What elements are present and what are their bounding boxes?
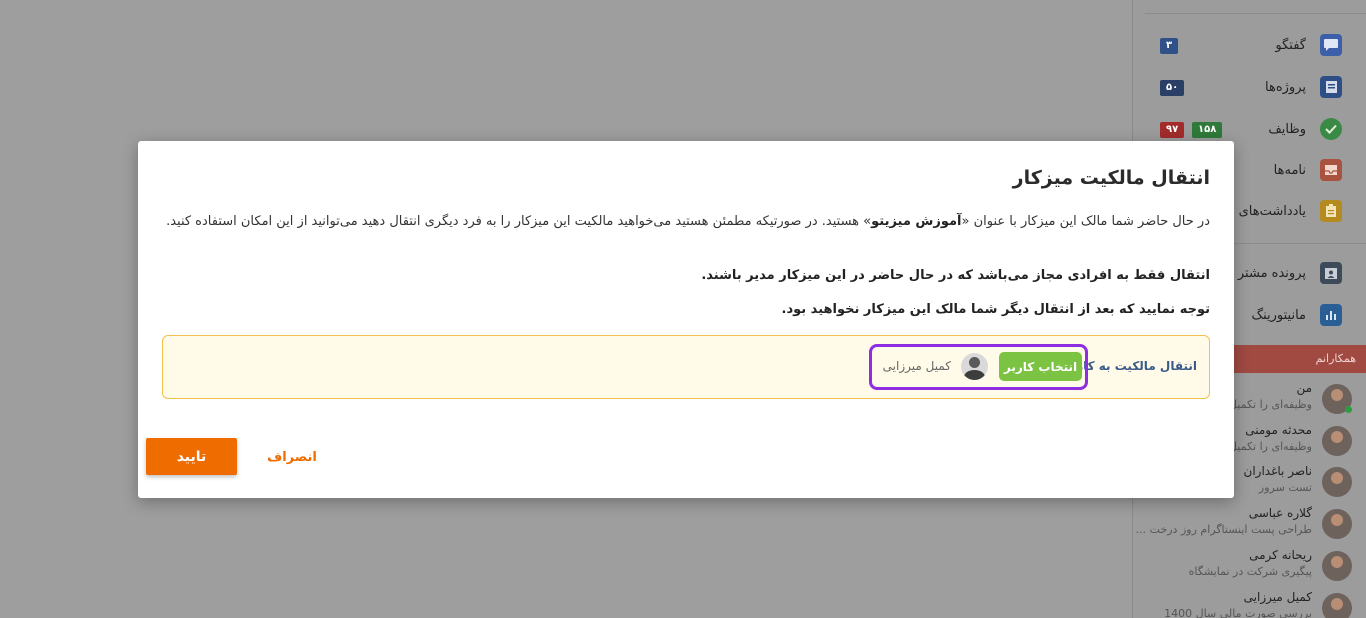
letters-icon xyxy=(1320,159,1342,181)
sidebar-item-label: پروژه‌ها xyxy=(1265,79,1306,95)
description-text: » هستید. در صورتیکه مطمئن هستید می‌خواهی… xyxy=(166,214,872,229)
member-status: وظیفه‌ای را تکمیل xyxy=(1228,398,1312,411)
avatar xyxy=(1322,551,1352,581)
customer-file-icon xyxy=(1320,262,1342,284)
count-badge: ۳ xyxy=(1160,38,1179,54)
member-name: ریحانه کرمی xyxy=(1249,548,1312,562)
cancel-button[interactable]: انصراف xyxy=(262,441,322,473)
transfer-user-box: انتقال مالکیت به کاربر انتخاب کاربر کمیل… xyxy=(162,335,1210,399)
sidebar-item-label: گفتگو xyxy=(1275,37,1306,53)
sidebar-item-chat[interactable]: گفتگو ۳ xyxy=(1132,27,1366,63)
notes-icon xyxy=(1320,200,1342,222)
avatar xyxy=(1322,426,1352,456)
member-name: محدثه مومنی xyxy=(1245,423,1312,437)
sidebar-item-label: وظایف xyxy=(1268,121,1306,137)
avatar xyxy=(961,353,988,380)
member-item[interactable]: کمیل میرزایی بررسی صورت مالی سال 1400 xyxy=(1132,587,1366,618)
sidebar-item-projects[interactable]: پروژه‌ها ۵۰ xyxy=(1132,69,1366,105)
select-user-button[interactable]: انتخاب کاربر xyxy=(999,352,1082,381)
tasks-icon xyxy=(1320,118,1342,140)
admin-only-note: انتقال فقط به افرادی مجاز می‌باشد که در … xyxy=(701,268,1210,283)
avatar xyxy=(1322,467,1352,497)
member-status: پیگیری شرکت در نمایشگاه xyxy=(1188,565,1312,578)
member-name: من xyxy=(1296,381,1312,395)
member-name: کمیل میرزایی xyxy=(1243,590,1312,604)
workspace-name: آموزش میزیتو xyxy=(871,214,962,229)
transfer-ownership-dialog: انتقال مالکیت میزکار در حال حاضر شما مال… xyxy=(138,141,1234,498)
member-status: تست سرور xyxy=(1258,481,1312,494)
monitoring-icon xyxy=(1320,304,1342,326)
sidebar-item-label: نامه‌ها xyxy=(1273,162,1306,178)
confirm-button[interactable]: تایید xyxy=(146,438,237,475)
selected-user-name: کمیل میرزایی xyxy=(882,359,951,373)
member-name: گلاره عباسی xyxy=(1248,506,1312,520)
sidebar-divider xyxy=(1145,13,1366,14)
count-badge: ۱۵۸ xyxy=(1192,122,1223,138)
member-name: ناصر باغداران xyxy=(1243,464,1312,478)
dialog-description: در حال حاضر شما مالک این میزکار با عنوان… xyxy=(150,211,1210,233)
chat-icon xyxy=(1320,34,1342,56)
member-status: طراحی پست اینستاگرام روز درخت ... xyxy=(1135,523,1312,536)
sidebar-item-label: مانیتورینگ xyxy=(1251,307,1306,323)
dialog-title: انتقال مالکیت میزکار xyxy=(1012,167,1210,189)
member-status: وظیفه‌ای را تکمیل xyxy=(1228,440,1312,453)
ownership-warning-note: توجه نمایید که بعد از انتقال دیگر شما ما… xyxy=(781,302,1210,317)
sidebar-item-label: پرونده مشتر xyxy=(1237,265,1306,281)
sidebar-item-label: یادداشت‌های xyxy=(1238,203,1306,219)
count-badge: ۵۰ xyxy=(1160,80,1185,96)
projects-icon xyxy=(1320,76,1342,98)
avatar xyxy=(1322,593,1352,618)
description-text: در حال حاضر شما مالک این میزکار با عنوان… xyxy=(961,214,1211,229)
member-status: بررسی صورت مالی سال 1400 xyxy=(1164,607,1312,618)
online-status-dot xyxy=(1345,406,1352,413)
overdue-badge: ۹۷ xyxy=(1160,122,1185,138)
avatar xyxy=(1322,509,1352,539)
member-item[interactable]: گلاره عباسی طراحی پست اینستاگرام روز درخ… xyxy=(1132,503,1366,543)
member-item[interactable]: ریحانه کرمی پیگیری شرکت در نمایشگاه xyxy=(1132,545,1366,585)
